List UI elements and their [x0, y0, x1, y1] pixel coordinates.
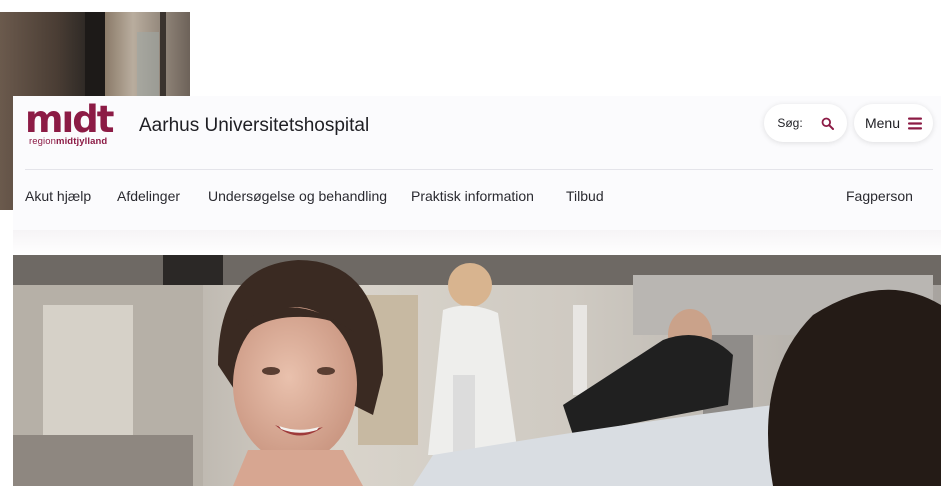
nav-item-afdelinger[interactable]: Afdelinger [117, 188, 180, 204]
hero-image [13, 255, 941, 486]
site-header: mıdt regionmidtjylland Aarhus Universite… [13, 96, 941, 230]
search-button[interactable]: Søg: [764, 104, 847, 142]
nav-item-fagperson[interactable]: Fagperson [846, 188, 913, 204]
site-title[interactable]: Aarhus Universitetshospital [139, 115, 369, 137]
header-divider [25, 169, 933, 170]
menu-label: Menu [864, 115, 901, 131]
nav-item-akut-hjaelp[interactable]: Akut hjælp [25, 188, 91, 204]
header-shadow-band [13, 230, 941, 255]
region-midt-logo[interactable]: mıdt regionmidtjylland [25, 98, 125, 150]
menu-button[interactable]: Menu [854, 104, 933, 142]
logo-wordmark: mıdt [25, 98, 114, 141]
nav-item-praktisk-information[interactable]: Praktisk information [411, 188, 534, 204]
nav-item-tilbud[interactable]: Tilbud [566, 188, 604, 204]
main-nav: Akut hjælp Afdelinger Undersøgelse og be… [25, 188, 941, 208]
nav-item-undersoegelse[interactable]: Undersøgelse og behandling [208, 188, 387, 204]
hamburger-icon [908, 117, 923, 130]
search-icon [821, 117, 834, 130]
logo-subtitle: regionmidtjylland [29, 136, 108, 147]
search-label: Søg: [777, 116, 803, 130]
